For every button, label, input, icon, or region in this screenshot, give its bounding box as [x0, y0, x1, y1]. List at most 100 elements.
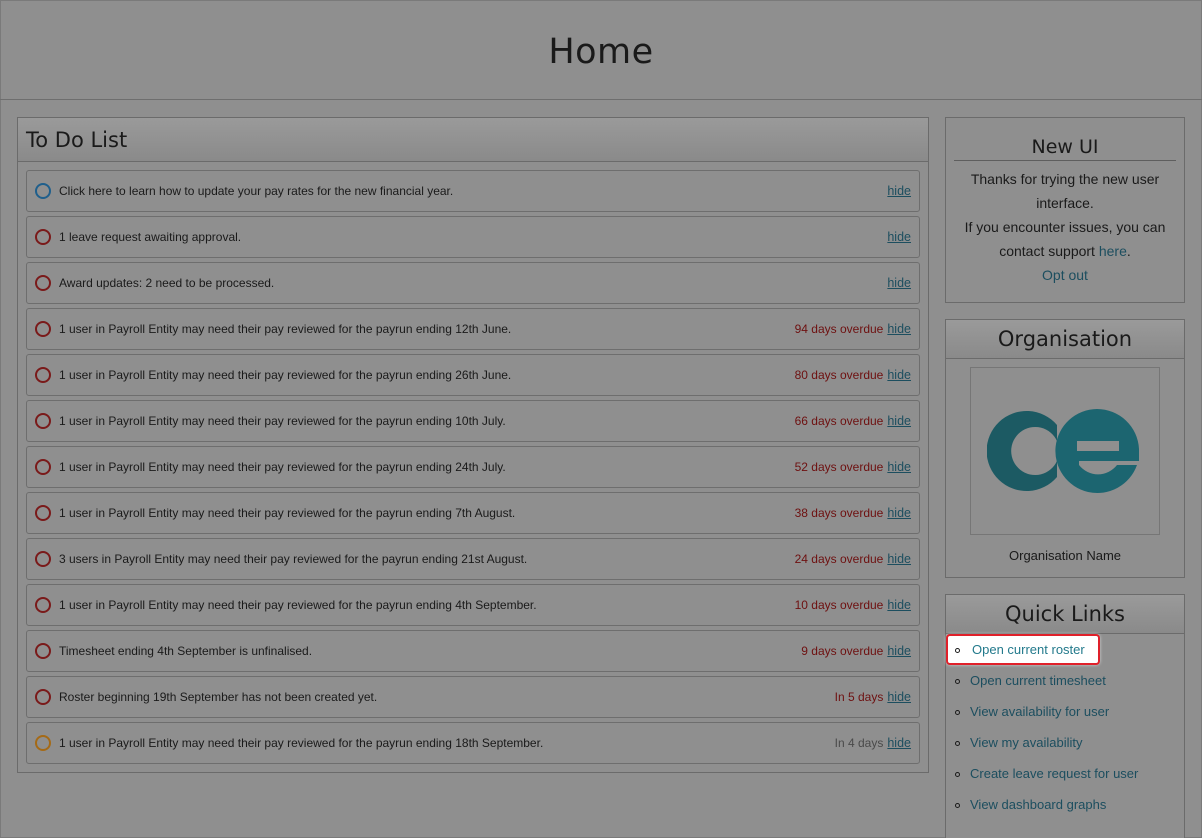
status-circle-icon — [35, 321, 51, 337]
new-ui-title: New UI — [954, 136, 1176, 161]
todo-item[interactable]: Timesheet ending 4th September is unfina… — [26, 630, 920, 672]
todo-item[interactable]: Click here to learn how to update your p… — [26, 170, 920, 212]
hide-link[interactable]: hide — [887, 460, 911, 474]
hide-link[interactable]: hide — [887, 506, 911, 520]
todo-item[interactable]: 1 user in Payroll Entity may need their … — [26, 308, 920, 350]
todo-item-text: 1 user in Payroll Entity may need their … — [59, 460, 506, 474]
todo-panel: To Do List Click here to learn how to up… — [17, 117, 929, 773]
quick-link[interactable]: View dashboard graphs — [970, 797, 1106, 812]
page-header: Home — [0, 0, 1202, 100]
todo-item[interactable]: Award updates: 2 need to be processed. hi… — [26, 262, 920, 304]
todo-item[interactable]: 1 user in Payroll Entity may need their … — [26, 584, 920, 626]
todo-item-text: Timesheet ending 4th September is unfina… — [59, 644, 313, 658]
todo-item-due-status: 24 days overdue — [794, 552, 884, 566]
hide-link[interactable]: hide — [887, 230, 911, 244]
quick-link-item: Open current timesheet — [946, 665, 1184, 696]
quick-links-panel: Quick Links Open current roster Open curr… — [945, 594, 1185, 838]
status-circle-icon — [35, 413, 51, 429]
quick-link[interactable]: Create leave request for user — [970, 766, 1138, 781]
todo-item-due-status: In 5 days — [834, 690, 884, 704]
todo-header: To Do List — [18, 118, 928, 162]
new-ui-line1: Thanks for trying the new user interface… — [970, 171, 1160, 211]
opt-out-link[interactable]: Opt out — [946, 263, 1184, 287]
hide-link[interactable]: hide — [887, 644, 911, 658]
quick-links-title: Quick Links — [946, 595, 1184, 634]
todo-item[interactable]: 1 user in Payroll Entity may need their … — [26, 722, 920, 764]
organisation-logo — [970, 367, 1160, 535]
todo-item[interactable]: 1 user in Payroll Entity may need their … — [26, 492, 920, 534]
ce-logo-icon — [987, 408, 1139, 493]
hide-link[interactable]: hide — [887, 368, 911, 382]
todo-item-due-status: 94 days overdue — [794, 322, 884, 336]
status-circle-icon — [35, 367, 51, 383]
todo-item[interactable]: 1 user in Payroll Entity may need their … — [26, 400, 920, 442]
todo-item-due-status: 10 days overdue — [794, 598, 884, 612]
organisation-title: Organisation — [946, 320, 1184, 359]
hide-link[interactable]: hide — [887, 552, 911, 566]
status-circle-icon — [35, 689, 51, 705]
quick-link-item: View my availability — [946, 727, 1184, 758]
status-circle-icon — [35, 735, 51, 751]
bullet-icon — [955, 710, 960, 715]
todo-item-text: 1 user in Payroll Entity may need their … — [59, 414, 506, 428]
todo-item[interactable]: 1 leave request awaiting approval. hide — [26, 216, 920, 258]
todo-item-due-status: In 4 days — [834, 736, 884, 750]
todo-list: Click here to learn how to update your p… — [26, 170, 920, 768]
quick-link-item: View dashboard graphs — [946, 789, 1184, 820]
hide-link[interactable]: hide — [887, 598, 911, 612]
todo-item-due-status: 38 days overdue — [794, 506, 884, 520]
todo-item[interactable]: 1 user in Payroll Entity may need their … — [26, 354, 920, 396]
status-circle-icon — [35, 459, 51, 475]
quick-link[interactable]: View my availability — [970, 735, 1082, 750]
new-ui-panel: New UI Thanks for trying the new user in… — [945, 117, 1185, 303]
todo-item-text: 1 user in Payroll Entity may need their … — [59, 736, 544, 750]
todo-title: To Do List — [26, 127, 128, 152]
support-link[interactable]: here — [1099, 243, 1127, 259]
status-circle-icon — [35, 551, 51, 567]
todo-item-text: 1 leave request awaiting approval. — [59, 230, 242, 244]
todo-item[interactable]: 3 users in Payroll Entity may need their… — [26, 538, 920, 580]
hide-link[interactable]: hide — [887, 276, 911, 290]
todo-item-text: Award updates: 2 need to be processed. — [59, 276, 275, 290]
quick-link[interactable]: Open current timesheet — [970, 673, 1106, 688]
quick-links-list: Open current roster Open current timeshee… — [946, 634, 1184, 820]
status-circle-icon — [35, 183, 51, 199]
bullet-icon — [955, 803, 960, 808]
todo-item-text: 1 user in Payroll Entity may need their … — [59, 368, 512, 382]
status-circle-icon — [35, 505, 51, 521]
status-circle-icon — [35, 229, 51, 245]
quick-link[interactable]: Open current roster — [972, 642, 1085, 657]
quick-link[interactable]: View availability for user — [970, 704, 1109, 719]
new-ui-line2-suffix: . — [1126, 243, 1131, 259]
status-circle-icon — [35, 597, 51, 613]
new-ui-message: Thanks for trying the new user interface… — [956, 167, 1174, 263]
todo-item-text: Click here to learn how to update your p… — [59, 184, 454, 198]
status-circle-icon — [35, 643, 51, 659]
bullet-icon — [955, 679, 960, 684]
organisation-name: Organisation Name — [1009, 548, 1121, 563]
status-circle-icon — [35, 275, 51, 291]
hide-link[interactable]: hide — [887, 322, 911, 336]
quick-link-item: Create leave request for user — [946, 758, 1184, 789]
bullet-icon — [955, 772, 960, 777]
new-ui-line2-prefix: If you encounter issues, you can contact… — [964, 219, 1166, 259]
organisation-panel: Organisation Organisation Name — [945, 319, 1185, 578]
todo-item-text: 1 user in Payroll Entity may need their … — [59, 322, 512, 336]
todo-item-due-status: 52 days overdue — [794, 460, 884, 474]
todo-item-text: 3 users in Payroll Entity may need their… — [59, 552, 528, 566]
bullet-icon — [955, 648, 960, 653]
hide-link[interactable]: hide — [887, 736, 911, 750]
page-title: Home — [548, 31, 654, 72]
quick-link-item: Open current roster — [946, 634, 1100, 665]
hide-link[interactable]: hide — [887, 690, 911, 704]
hide-link[interactable]: hide — [887, 414, 911, 428]
quick-link-item: View availability for user — [946, 696, 1184, 727]
bullet-icon — [955, 741, 960, 746]
todo-item-text: Roster beginning 19th September has not … — [59, 690, 378, 704]
hide-link[interactable]: hide — [887, 184, 911, 198]
todo-item[interactable]: Roster beginning 19th September has not … — [26, 676, 920, 718]
todo-item[interactable]: 1 user in Payroll Entity may need their … — [26, 446, 920, 488]
todo-item-due-status: 80 days overdue — [794, 368, 884, 382]
todo-item-text: 1 user in Payroll Entity may need their … — [59, 598, 537, 612]
todo-item-due-status: 66 days overdue — [794, 414, 884, 428]
